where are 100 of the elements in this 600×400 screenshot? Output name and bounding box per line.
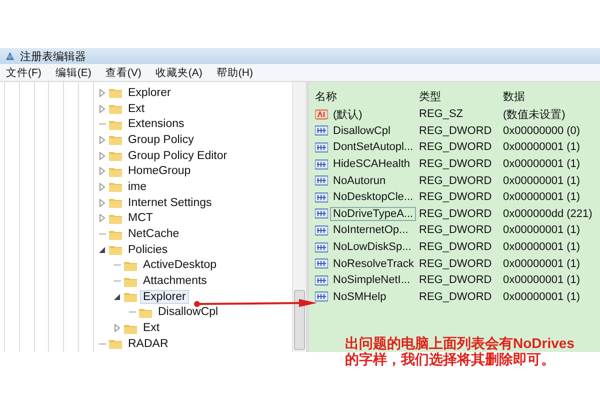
tree-item[interactable]: Ext [125,102,148,116]
expand-arrow-icon[interactable] [98,214,106,222]
folder-icon [109,228,122,240]
column-header[interactable]: 类型 [419,86,503,106]
tree-item[interactable]: Internet Settings [125,196,215,210]
value-name[interactable]: DontSetAutopl... [330,140,416,154]
folder-icon [109,244,122,256]
binary-value-icon [315,291,328,302]
value-data: 0x00000001 (1) [503,140,582,156]
binary-value-icon [315,258,328,270]
menu-item[interactable]: 文件(F) [6,66,42,80]
value-data: 0x00000001 (1) [503,157,582,172]
folder-icon [109,87,122,98]
menu-item[interactable]: 收藏夹(A) [155,66,202,80]
collapse-arrow-icon[interactable] [98,246,106,254]
value-data: 0x00000001 (1) [503,223,582,238]
tree-item[interactable]: Explorer [125,86,174,100]
menu-item[interactable]: 查看(V) [105,66,142,80]
folder-icon [109,212,122,224]
menu-item[interactable]: 帮助(H) [216,66,253,80]
value-type: REG_SZ [419,107,464,122]
value-name[interactable]: NoAutorun [330,174,389,188]
value-data: 0x00000000 (0) [503,124,582,139]
value-type: REG_DWORD [419,124,493,139]
value-name[interactable]: HideSCAHealth [330,157,414,172]
value-type: REG_DWORD [419,206,493,222]
folder-icon [109,103,122,114]
folder-icon [109,197,122,208]
binary-value-icon [315,242,328,253]
expand-arrow-icon[interactable] [98,167,106,176]
value-data: 0x00000001 (1) [503,256,582,272]
expand-arrow-icon[interactable] [98,88,106,97]
column-header[interactable]: 数据 [503,86,600,106]
value-name[interactable]: NoInternetOp... [330,223,412,238]
binary-value-icon [315,274,328,286]
tree-item[interactable]: Group Policy Editor [125,148,230,163]
tree-item[interactable]: NetCache [125,227,182,242]
tree-item[interactable]: Attachments [140,274,210,288]
column-header[interactable]: 名称 [315,86,419,106]
value-type: REG_DWORD [419,223,493,238]
folder-icon [124,322,137,334]
expand-arrow-icon[interactable] [98,198,106,207]
tree-item[interactable]: Group Policy [125,132,197,147]
binary-value-icon [315,208,328,220]
tree-item[interactable]: ime [125,180,150,194]
tree-item[interactable]: MCT [125,211,156,226]
folder-icon [109,150,122,162]
value-name[interactable]: (默认) [330,106,366,123]
tree-item[interactable]: RADAR [125,336,172,351]
tree-item[interactable]: Extensions [125,117,188,132]
tree-item[interactable]: Explorer [140,290,189,304]
binary-value-icon [315,158,328,170]
value-name[interactable]: NoLowDiskSp... [330,240,414,254]
annotation-text: 出问题的电脑上面列表会有NoDrives的字样，我们选择将其删除即可。 [345,335,575,368]
binary-value-icon [315,175,328,186]
folder-icon [124,276,137,287]
value-type: REG_DWORD [419,174,493,189]
expand-arrow-icon[interactable] [98,152,106,160]
expand-arrow-icon[interactable] [98,182,106,191]
tree-item[interactable]: Ext [140,321,163,336]
folder-icon [109,118,122,130]
value-data: 0x00000001 (1) [503,240,582,256]
binary-value-icon [315,192,328,203]
folder-icon [139,306,152,318]
folder-icon [109,166,122,177]
scroll-thumb[interactable] [294,290,305,350]
expand-arrow-icon[interactable] [98,136,106,144]
value-data: 0x00000001 (1) [503,273,582,288]
value-type: REG_DWORD [419,140,493,156]
string-value-icon [315,108,328,120]
collapse-arrow-icon[interactable] [113,292,121,301]
value-name[interactable]: DisallowCpl [330,124,394,138]
value-name[interactable]: NoDesktopCle... [330,190,416,204]
folder-icon [124,260,137,271]
value-data: 0x00000001 (1) [503,190,582,206]
tree-item[interactable]: Policies [125,242,171,257]
value-type: REG_DWORD [419,273,493,288]
value-type: REG_DWORD [419,157,493,172]
value-type: REG_DWORD [419,256,493,272]
value-name[interactable]: NoSimpleNetI... [330,273,414,288]
registry-icon [4,50,16,62]
tree-item[interactable]: ActiveDesktop [140,258,220,272]
value-name[interactable]: NoSMHelp [330,290,390,304]
window-title: 注册表编辑器 [20,50,86,64]
value-type: REG_DWORD [419,290,493,305]
folder-icon [109,181,122,192]
binary-value-icon [315,125,328,136]
binary-value-icon [315,142,328,153]
expand-arrow-icon[interactable] [113,324,121,332]
scrollbar[interactable] [292,82,306,352]
value-type: REG_DWORD [419,190,493,206]
folder-icon [124,291,137,302]
folder-icon [109,338,122,350]
menu-item[interactable]: 编辑(E) [55,66,92,80]
value-name[interactable]: NoDriveTypeA... [330,206,416,221]
tree-item[interactable]: HomeGroup [125,164,194,178]
expand-arrow-icon[interactable] [98,104,106,113]
tree-item[interactable]: DisallowCpl [155,305,222,320]
binary-value-icon [315,224,328,236]
value-name[interactable]: NoResolveTrack [330,256,417,271]
